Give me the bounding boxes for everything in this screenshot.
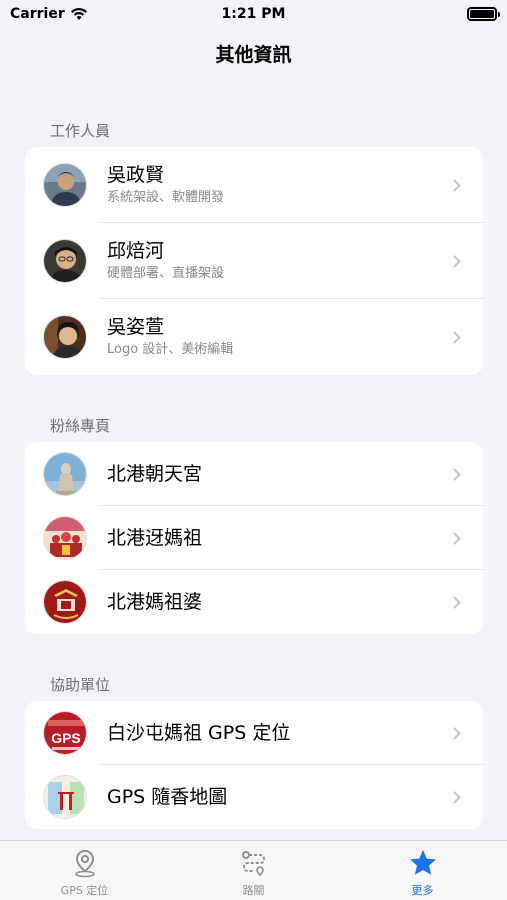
- tab-label: 更多: [411, 884, 434, 897]
- chevron-right-icon: [448, 531, 461, 545]
- section-header-partners: 協助單位: [50, 676, 111, 694]
- fanpage-list: 北港朝天宮 北港迓媽祖 北港媽祖婆: [25, 442, 483, 634]
- tab-route[interactable]: 路關: [169, 841, 338, 900]
- chevron-right-icon: [448, 467, 461, 481]
- gps-logo-text: GPS: [51, 730, 81, 746]
- staff-name: 吳姿萱: [107, 316, 165, 338]
- temple-statue-avatar: [43, 452, 87, 496]
- person-avatar-3: [43, 315, 87, 359]
- row-text: 白沙屯媽祖 GPS 定位: [107, 721, 290, 745]
- section-header-staff: 工作人員: [50, 122, 111, 140]
- chevron-right-icon: [448, 330, 461, 344]
- row-text: 北港迓媽祖: [107, 526, 202, 550]
- list-item-partner-2[interactable]: GPS 隨香地圖: [25, 765, 483, 829]
- fanpage-name: 北港迓媽祖: [107, 527, 203, 549]
- list-item-partner-1[interactable]: GPS 白沙屯媽祖 GPS 定位: [25, 701, 483, 765]
- section-header-fanpages: 粉絲專頁: [50, 417, 111, 435]
- route-icon: [241, 851, 265, 877]
- list-item-fanpage-2[interactable]: 北港迓媽祖: [25, 506, 483, 570]
- red-logo-avatar: [43, 580, 87, 624]
- fanpage-name: 北港媽祖婆: [107, 591, 203, 613]
- chevron-right-icon: [448, 726, 461, 740]
- chevron-right-icon: [448, 790, 461, 804]
- tab-bar: GPS 定位 路關 更多: [0, 840, 507, 900]
- staff-role: Logo 設計、美術編輯: [107, 342, 234, 357]
- row-text: 北港朝天宮: [107, 462, 202, 486]
- staff-name: 邱焙河: [107, 240, 165, 262]
- row-text: 吳政賢 系統架設、軟體開發: [107, 163, 224, 207]
- procession-avatar: [43, 516, 87, 560]
- list-item-staff-3[interactable]: 吳姿萱 Logo 設計、美術編輯: [25, 299, 483, 375]
- list-item-staff-2[interactable]: 邱焙河 硬體部署、直播架設: [25, 223, 483, 299]
- tab-more[interactable]: 更多: [338, 841, 507, 900]
- chevron-right-icon: [448, 178, 461, 192]
- star-icon: [409, 850, 436, 875]
- staff-list: 吳政賢 系統架設、軟體開發 邱焙河 硬體部署、直播架設 吳姿萱 Logo 設計、…: [25, 147, 483, 375]
- gps-logo-avatar: GPS: [43, 711, 87, 755]
- list-item-fanpage-1[interactable]: 北港朝天宮: [25, 442, 483, 506]
- staff-role: 系統架設、軟體開發: [107, 190, 225, 205]
- page-title: 其他資訊: [215, 44, 292, 66]
- person-avatar-2: [43, 239, 87, 283]
- fanpage-name: 北港朝天宮: [107, 463, 203, 485]
- partner-name: GPS 隨香地圖: [107, 786, 228, 808]
- list-item-fanpage-3[interactable]: 北港媽祖婆: [25, 570, 483, 634]
- staff-role: 硬體部署、直播架設: [107, 266, 225, 281]
- tab-label: GPS 定位: [60, 884, 109, 897]
- list-item-staff-1[interactable]: 吳政賢 系統架設、軟體開發: [25, 147, 483, 223]
- tab-label: 路關: [242, 884, 265, 897]
- chevron-right-icon: [448, 595, 461, 609]
- partner-list: GPS 白沙屯媽祖 GPS 定位 GPS 隨香地圖: [25, 701, 483, 829]
- row-text: 邱焙河 硬體部署、直播架設: [107, 239, 224, 283]
- tab-gps-location[interactable]: GPS 定位: [0, 841, 169, 900]
- staff-name: 吳政賢: [107, 164, 165, 186]
- status-time: 1:21 PM: [221, 6, 286, 22]
- person-avatar-1: [43, 163, 87, 207]
- chevron-right-icon: [448, 254, 461, 268]
- location-pin-icon: [74, 849, 95, 878]
- row-text: GPS 隨香地圖: [107, 785, 227, 809]
- map-logo-avatar: [43, 775, 87, 819]
- row-text: 吳姿萱 Logo 設計、美術編輯: [107, 315, 233, 359]
- partner-name: 白沙屯媽祖 GPS 定位: [107, 722, 291, 744]
- row-text: 北港媽祖婆: [107, 590, 202, 614]
